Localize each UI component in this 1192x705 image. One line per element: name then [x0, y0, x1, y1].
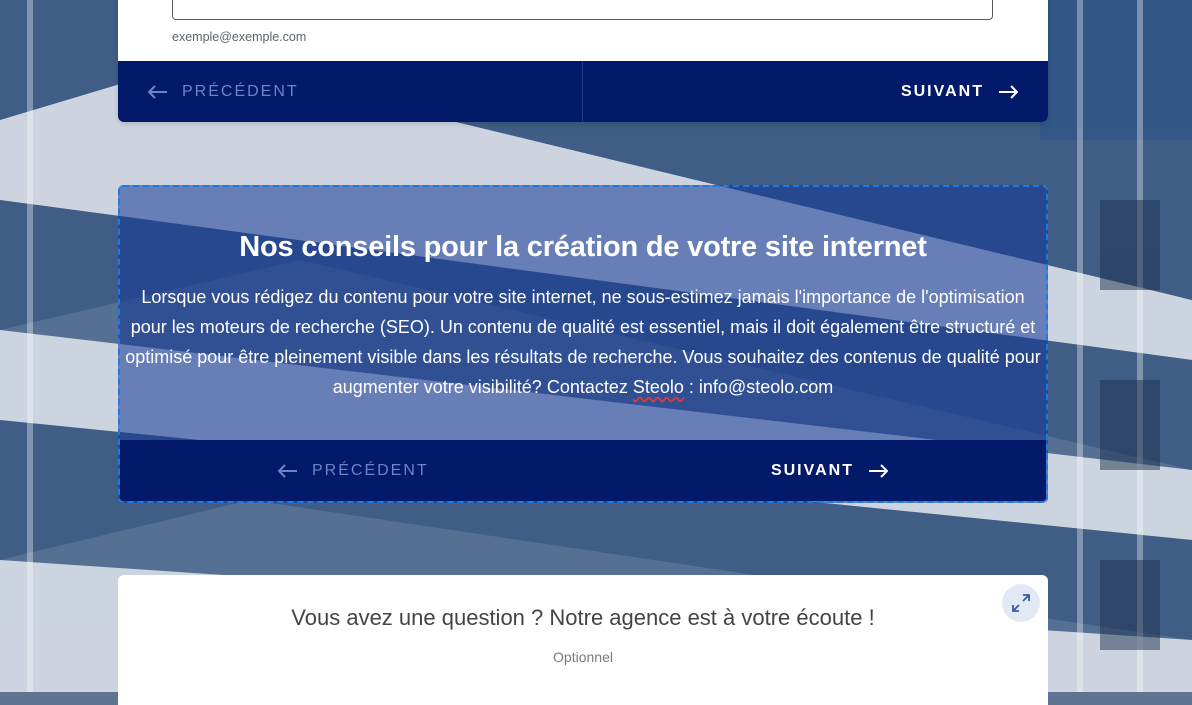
expand-icon: [1012, 594, 1030, 612]
next-label: SUIVANT: [900, 82, 984, 100]
tips-brand: Steolo: [632, 377, 684, 397]
tips-title: Nos conseils pour la création de votre s…: [239, 231, 927, 263]
form-card-email: exemple@exemple.com PRÉCÉDENT SUIVANT: [118, 0, 1048, 122]
previous-button[interactable]: PRÉCÉDENT: [118, 61, 583, 122]
tips-card: Nos conseils pour la création de votre s…: [118, 185, 1048, 503]
tips-previous-label: PRÉCÉDENT: [312, 461, 429, 479]
question-card: Vous avez une question ? Notre agence es…: [118, 575, 1048, 705]
email-hint: exemple@exemple.com: [172, 30, 307, 44]
expand-button[interactable]: [1002, 584, 1040, 622]
optional-label: Optionnel: [553, 649, 613, 665]
next-button[interactable]: SUIVANT: [583, 61, 1048, 122]
arrow-right-icon: [999, 84, 1018, 99]
tips-next-label: SUIVANT: [770, 461, 854, 479]
arrow-right-icon: [869, 463, 888, 478]
email-input[interactable]: [172, 0, 993, 20]
tips-next-button[interactable]: SUIVANT: [618, 462, 888, 480]
form-navigation: PRÉCÉDENT SUIVANT: [118, 61, 1048, 122]
arrow-left-icon: [148, 84, 167, 99]
tips-contact: : info@steolo.com: [683, 377, 834, 397]
question-title: Vous avez une question ? Notre agence es…: [291, 605, 875, 630]
tips-body-text: Lorsque vous rédigez du contenu pour vot…: [125, 287, 1041, 397]
previous-label: PRÉCÉDENT: [182, 82, 299, 100]
tips-navigation: PRÉCÉDENT SUIVANT: [120, 440, 1046, 501]
tips-body: Lorsque vous rédigez du contenu pour vot…: [124, 282, 1042, 402]
tips-previous-button[interactable]: PRÉCÉDENT: [278, 462, 618, 480]
arrow-left-icon: [278, 463, 297, 478]
